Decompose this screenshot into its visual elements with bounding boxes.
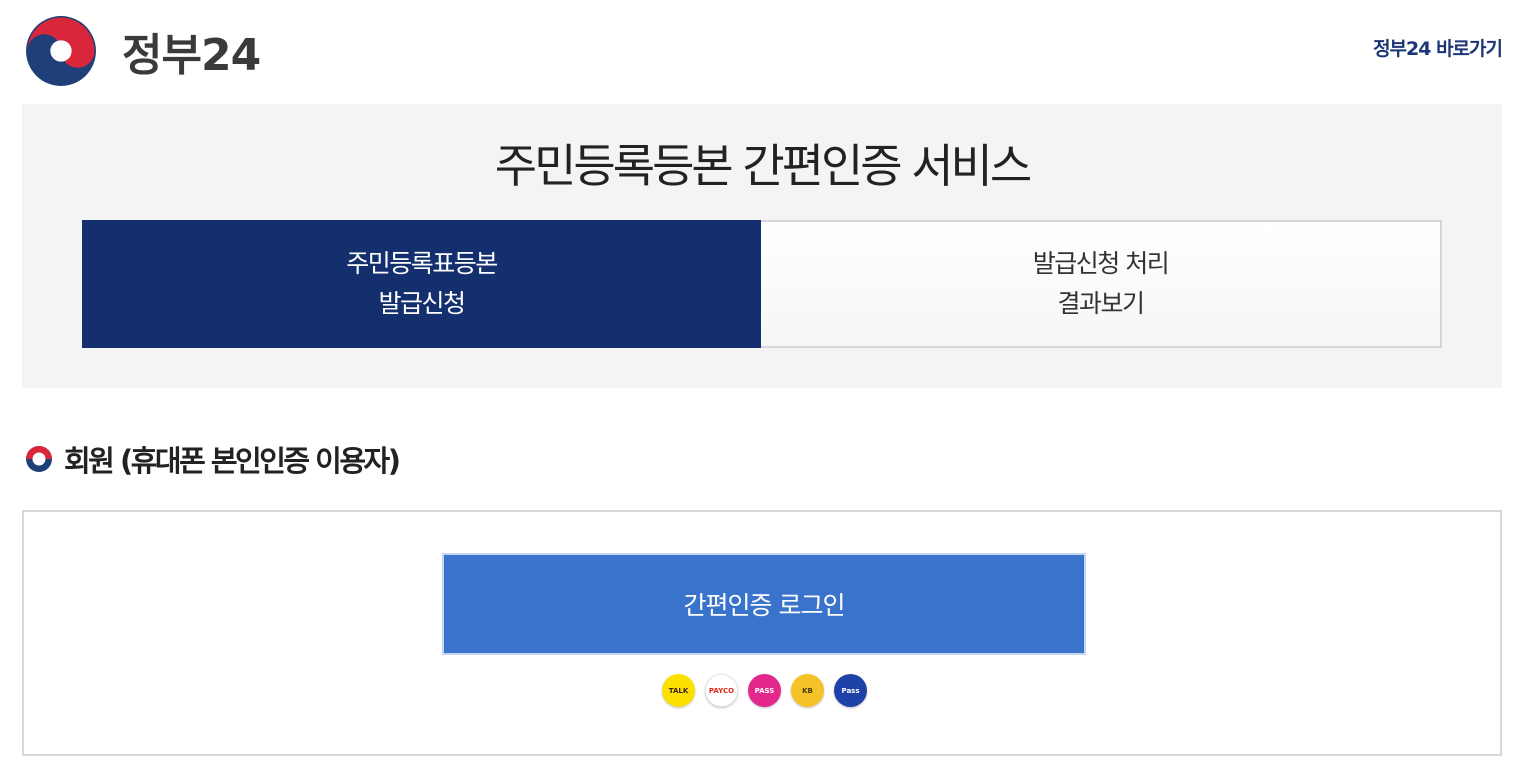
kakao-talk-icon: TALK xyxy=(662,674,695,707)
login-panel: 간편인증 로그인 TALK PAYCO PASS KB Pass xyxy=(22,510,1502,756)
section-title: 회원 (휴대폰 본인인증 이용자) xyxy=(64,444,401,478)
logo-text: 정부24 xyxy=(122,30,261,81)
tab-line: 발급신청 처리 xyxy=(1032,249,1170,278)
pass-icon: PASS xyxy=(748,674,781,707)
gov24-shortcut-link[interactable]: 정부24 바로가기 xyxy=(1373,34,1503,61)
circle-bullet-icon xyxy=(26,446,52,472)
kb-icon: KB xyxy=(791,674,824,707)
payco-icon: PAYCO xyxy=(705,674,738,707)
tab-line: 발급신청 xyxy=(378,289,466,318)
taegeuk-logo-icon xyxy=(26,16,96,86)
tab-line: 주민등록표등본 xyxy=(346,249,498,278)
step-tabs: 주민등록표등본 발급신청 발급신청 처리 결과보기 xyxy=(82,220,1442,348)
service-hero: 주민등록등본 간편인증 서비스 주민등록표등본 발급신청 발급신청 처리 결과보… xyxy=(22,104,1502,388)
tab-line: 결과보기 xyxy=(1057,289,1145,318)
gov24-logo[interactable]: 정부24 xyxy=(22,13,261,89)
auth-provider-list: TALK PAYCO PASS KB Pass xyxy=(662,674,867,707)
tab-result-view[interactable]: 발급신청 처리 결과보기 xyxy=(761,222,1440,346)
page-title: 주민등록등본 간편인증 서비스 xyxy=(494,139,1032,193)
samsung-pass-icon: Pass xyxy=(834,674,867,707)
tab-issue-application[interactable]: 주민등록표등본 발급신청 xyxy=(82,220,761,348)
simple-auth-login-button[interactable]: 간편인증 로그인 xyxy=(442,553,1086,655)
member-section-heading: 회원 (휴대폰 본인인증 이용자) xyxy=(24,438,401,480)
